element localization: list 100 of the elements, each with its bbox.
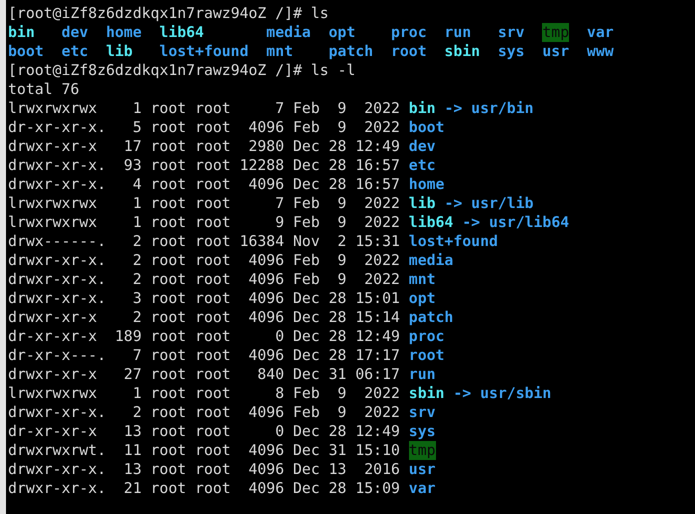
day-text: 31 [328, 441, 346, 460]
month-text: Feb [292, 384, 320, 403]
time-text: 2022 [363, 251, 400, 270]
file-name: bin [408, 99, 436, 118]
file-name: var [586, 23, 614, 42]
group-text: root [194, 175, 231, 194]
group-text: root [194, 403, 231, 422]
file-name: lost+found [159, 42, 248, 61]
month-text: Feb [292, 194, 320, 213]
owner-text: root [150, 403, 186, 422]
link-count: 5 [132, 118, 142, 137]
owner-text: root [150, 213, 186, 232]
arrow-text: -> [444, 99, 462, 118]
month-text: Dec [292, 308, 320, 327]
day-text: 13 [328, 460, 346, 479]
size-text: 4096 [247, 308, 284, 327]
owner-text: root [150, 251, 186, 270]
owner-text: root [150, 270, 186, 289]
day-text: 9 [336, 403, 346, 422]
file-name: mnt [408, 270, 436, 289]
arrow-text: -> [444, 194, 462, 213]
month-text: Dec [292, 479, 320, 498]
group-text: root [194, 99, 231, 118]
file-name: var [408, 479, 436, 498]
file-name: sys [408, 422, 436, 441]
group-text: root [194, 327, 231, 346]
month-text: Dec [292, 346, 320, 365]
owner-text: root [150, 194, 186, 213]
link-count: 4 [132, 175, 142, 194]
file-name: lib [106, 42, 133, 61]
time-text: 12:49 [354, 137, 400, 156]
owner-text: root [150, 365, 186, 384]
link-count: 21 [122, 479, 142, 498]
size-text: 2980 [247, 137, 284, 156]
group-text: root [194, 479, 231, 498]
permissions-text: dr-xr-xr-x [8, 327, 98, 346]
month-text: Dec [292, 365, 320, 384]
shell-prompt: [root@iZf8z6dzdkqx1n7rawz94oZ /]# [8, 4, 302, 23]
owner-text: root [150, 175, 186, 194]
file-name: proc [408, 327, 444, 346]
file-name: patch [328, 42, 374, 61]
link-count: 17 [122, 137, 142, 156]
time-text: 17:17 [354, 346, 400, 365]
group-text: root [194, 289, 231, 308]
month-text: Dec [292, 422, 320, 441]
permissions-text: drwxr-xr-x. [8, 270, 106, 289]
time-text: 16:57 [354, 175, 400, 194]
group-text: root [194, 365, 231, 384]
link-target: usr/bin [471, 99, 534, 118]
file-name: proc [390, 23, 427, 42]
total-text: total 76 [8, 80, 80, 99]
group-text: root [194, 118, 231, 137]
link-count: 3 [132, 289, 142, 308]
file-name: srv [408, 403, 436, 422]
link-count: 13 [122, 460, 142, 479]
size-text: 4096 [247, 118, 284, 137]
month-text: Dec [292, 327, 320, 346]
month-text: Nov [292, 232, 320, 251]
day-text: 28 [328, 422, 346, 441]
day-text: 31 [328, 365, 346, 384]
month-text: Feb [292, 270, 320, 289]
link-count: 7 [132, 346, 142, 365]
month-text: Dec [292, 441, 320, 460]
owner-text: root [150, 99, 186, 118]
day-text: 9 [336, 99, 346, 118]
link-count: 1 [132, 384, 142, 403]
size-text: 4096 [247, 460, 284, 479]
size-text: 4096 [247, 270, 284, 289]
size-text: 4096 [247, 403, 284, 422]
group-text: root [194, 422, 231, 441]
size-text: 12288 [238, 156, 284, 175]
link-count: 93 [122, 156, 142, 175]
day-text: 9 [336, 194, 346, 213]
time-text: 2022 [363, 213, 400, 232]
day-text: 28 [328, 137, 346, 156]
link-count: 2 [132, 308, 142, 327]
time-text: 2022 [363, 99, 400, 118]
owner-text: root [150, 308, 186, 327]
file-name: bin [8, 23, 35, 42]
day-text: 9 [336, 384, 346, 403]
file-name: sbin [444, 42, 480, 61]
file-name: lib64 [159, 23, 204, 42]
permissions-text: lrwxrwxrwx [8, 384, 98, 403]
link-count: 27 [122, 365, 142, 384]
size-text: 16384 [238, 232, 284, 251]
owner-text: root [150, 479, 186, 498]
arrow-text: -> [462, 213, 480, 232]
time-text: 2022 [363, 384, 400, 403]
day-text: 9 [336, 270, 346, 289]
permissions-text: drwxr-xr-x. [8, 289, 106, 308]
day-text: 28 [328, 308, 346, 327]
owner-text: root [150, 289, 186, 308]
size-text: 7 [274, 99, 284, 118]
file-name: srv [498, 23, 525, 42]
file-name: root [390, 42, 427, 61]
time-text: 2022 [363, 270, 400, 289]
permissions-text: drwxr-xr-x [8, 308, 98, 327]
day-text: 28 [328, 175, 346, 194]
file-name: home [408, 175, 444, 194]
link-count: 189 [114, 327, 142, 346]
